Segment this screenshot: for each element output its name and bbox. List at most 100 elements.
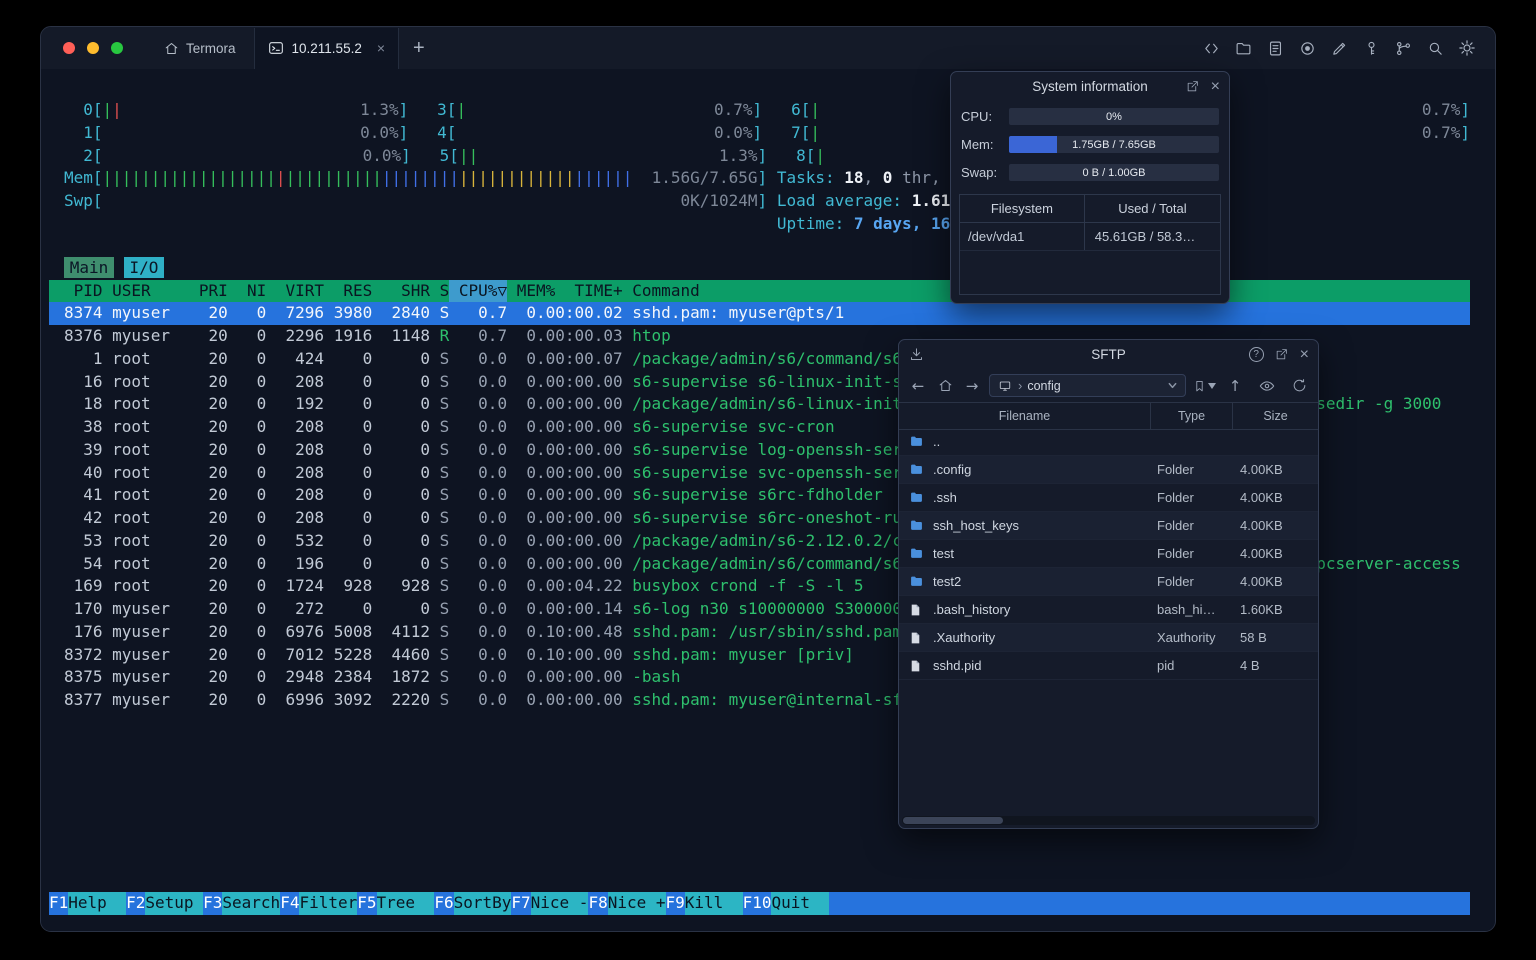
fkey-f6[interactable]: F6 SortBy [434,892,512,915]
transfer-download-icon[interactable] [908,347,924,363]
refresh-icon[interactable] [1289,376,1309,396]
resource-meter-row: CPU: 0% [961,108,1219,125]
column-header-pri[interactable]: PRI [199,280,228,303]
home-icon[interactable] [935,376,955,396]
column-header-shr[interactable]: SHR [372,280,430,303]
fkey-f2[interactable]: F2 Setup [126,892,204,915]
code-icon[interactable] [1201,38,1221,58]
file-type: Xauthority [1157,630,1216,645]
file-size: 4.00KB [1240,518,1283,533]
traffic-lights [41,42,145,54]
fkey-f4[interactable]: F4 Filter [280,892,358,915]
help-icon[interactable]: ? [1248,347,1264,362]
fkey-f9[interactable]: F9 Kill [666,892,743,915]
chevron-down-icon[interactable] [1167,380,1178,391]
file-row[interactable]: ssh_host_keys Folder 4.00KB [899,512,1318,540]
cpu3-meter: 3[| 0.7%] [437,100,763,119]
meter-value: 0 B / 1.00GB [1082,166,1146,179]
sort-column-cpu[interactable]: CPU%▽ [449,279,508,303]
path-breadcrumb[interactable]: › config [989,374,1186,397]
file-type: Folder [1157,574,1194,589]
column-header-res[interactable]: RES [324,280,372,303]
close-icon[interactable]: × [1300,346,1309,364]
file-name: test2 [933,574,962,589]
record-icon[interactable] [1297,38,1317,58]
tab-termora-home[interactable]: Termora [145,27,254,69]
home-icon [163,40,179,56]
fkey-f1[interactable]: F1 Help [49,892,127,915]
used-total-column-header: Used / Total [1118,201,1187,216]
back-icon[interactable]: ← [908,376,928,396]
file-row[interactable]: .Xauthority Xauthority 58 B [899,624,1318,652]
edit-icon[interactable] [1329,38,1349,58]
open-in-new-icon[interactable] [1274,347,1290,363]
process-row[interactable]: 8374 myuser 20 0 7296 3980 2840 S 0.7 0.0 0:00.02 s… [49,302,1470,325]
column-header-ni[interactable]: NI [228,280,266,303]
file-type: Folder [1157,546,1194,561]
tab-ssh-session[interactable]: 10.211.55.2 × [253,27,400,69]
folder-icon [909,435,925,448]
filename-column-header[interactable]: Filename [899,403,1151,429]
fkey-f5[interactable]: F5 Tree [357,892,435,915]
file-table-header: Filename Type Size [899,402,1318,430]
meter-label: Mem: [961,137,994,152]
size-column-header[interactable]: Size [1233,409,1318,423]
meter-value: 1.75GB / 7.65GB [1072,138,1156,151]
show-hidden-eye-icon[interactable] [1257,376,1277,396]
sftp-panel: SFTP ? × ← → › config ↑ Filename Type Si… [898,339,1319,829]
key-icon[interactable] [1361,38,1381,58]
file-row[interactable]: test2 Folder 4.00KB [899,568,1318,596]
zoom-window-button[interactable] [111,42,123,54]
file-row[interactable]: .bash_history bash_hi… 1.60KB [899,596,1318,624]
filesystem-table: Filesystem Used / Total /dev/vda1 45.61G… [959,194,1221,295]
cpu0-meter: 0[|| 1.3%] [83,100,409,119]
fkey-f8[interactable]: F8 Nice + [588,892,666,915]
file-row[interactable]: .ssh Folder 4.00KB [899,484,1318,512]
file-size: 4.00KB [1240,546,1283,561]
parent-directory-icon[interactable]: ↑ [1225,376,1245,396]
current-directory: config [1027,378,1061,393]
open-in-new-icon[interactable] [1185,79,1201,95]
cpu2-meter: 2[0.0%] [83,145,411,165]
progress-bar: 0% [1009,108,1219,125]
forward-icon[interactable]: → [962,376,982,396]
file-type: Folder [1157,462,1194,477]
folder-icon[interactable] [1233,38,1253,58]
column-header-mem[interactable]: MEM% [507,280,556,303]
file-row[interactable]: sshd.pid pid 4 B [899,652,1318,680]
minimize-window-button[interactable] [87,42,99,54]
cpu-memory-meters: 0[||1.3%]3[|0.7%]6[|0.7%]9[|0.7%]1[0.0%]… [49,99,1470,213]
fkey-f10[interactable]: F10 Quit [743,892,830,915]
file-row[interactable]: .. [899,428,1318,456]
scrollbar-thumb[interactable] [903,817,1003,824]
column-header-virt[interactable]: VIRT [266,280,325,303]
column-header-time[interactable]: TIME+ [555,280,622,303]
fkey-f7[interactable]: F7 Nice - [511,892,589,915]
settings-icon[interactable] [1457,38,1477,58]
column-header-pid[interactable]: PID [64,280,103,303]
cpu4-meter: 4[0.0%] [437,122,763,142]
home-tab-label: Termora [186,40,236,56]
type-column-header[interactable]: Type [1151,403,1233,429]
htop-tab-io[interactable]: I/O [123,257,165,278]
new-tab-button[interactable]: + [399,27,439,69]
column-header-s[interactable]: S [430,280,450,303]
cpu1-meter: 1[0.0%] [83,122,409,142]
close-tab-icon[interactable]: × [377,40,385,56]
close-icon[interactable]: × [1211,78,1220,96]
fkey-f3[interactable]: F3 Search [203,892,281,915]
log-icon[interactable] [1265,38,1285,58]
file-size: 58 B [1240,630,1267,645]
search-icon[interactable] [1425,38,1445,58]
column-header-user[interactable]: USER [112,280,199,303]
htop-tab-main[interactable]: Main [64,257,115,278]
file-row[interactable]: test Folder 4.00KB [899,540,1318,568]
folder-icon [909,463,925,476]
horizontal-scrollbar[interactable] [902,816,1315,825]
file-type: Folder [1157,490,1194,505]
branch-icon[interactable] [1393,38,1413,58]
bookmark-button[interactable] [1193,379,1216,393]
close-window-button[interactable] [63,42,75,54]
file-row[interactable]: .config Folder 4.00KB [899,456,1318,484]
app-window: Termora 10.211.55.2 × + 0 [|| 1.3%] 3 … [40,26,1496,932]
